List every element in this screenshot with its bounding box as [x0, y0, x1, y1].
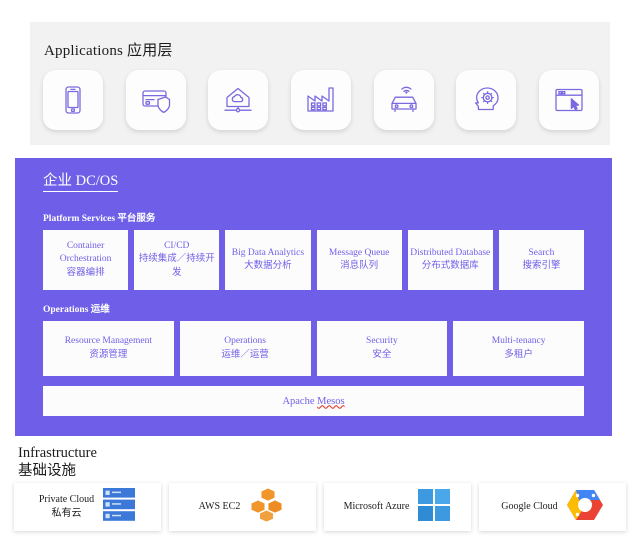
operations-card-resource-management[interactable]: Resource Management资源管理 [43, 321, 174, 376]
operations-row: Resource Management资源管理 Operations运维／运营 … [43, 321, 584, 376]
infra-card-aws-ec2[interactable]: AWS EC2 [169, 483, 316, 531]
google-cloud-logo-icon [566, 487, 604, 528]
service-card-search[interactable]: Search搜索引擎 [499, 230, 584, 290]
infra-card-label: AWS EC2 [199, 500, 241, 514]
infrastructure-title: Infrastructure 基础设施 [18, 444, 97, 480]
mobile-phone-icon [56, 83, 90, 117]
infra-card-google-cloud[interactable]: Google Cloud [479, 483, 626, 531]
service-card-text: Big Data Analytics大数据分析 [232, 247, 304, 273]
app-tile-ai[interactable] [456, 70, 516, 130]
applications-panel: Applications 应用层 [30, 22, 610, 145]
infra-card-private-cloud[interactable]: Private Cloud私有云 [14, 483, 161, 531]
app-tile-payment[interactable] [126, 70, 186, 130]
apache-mesos-bar[interactable]: Apache Mesos [43, 386, 584, 416]
aws-ec2-logo-icon [248, 487, 286, 528]
app-tile-web[interactable] [539, 70, 599, 130]
platform-services-label: Platform Services 平台服务 [43, 210, 155, 224]
operations-card-security[interactable]: Security安全 [317, 321, 448, 376]
service-card-text: Container Orchestration容器编排 [45, 240, 126, 279]
service-card-text: Distributed Database分布式数据库 [410, 247, 490, 273]
microsoft-azure-logo-icon [417, 488, 451, 527]
smart-home-cloud-icon [221, 83, 255, 117]
server-rack-logo-icon [102, 487, 136, 528]
operations-label: Operations 运维 [43, 301, 110, 315]
platform-services-row: Container Orchestration容器编排 CI/CD持续集成／持续… [43, 230, 584, 290]
app-tile-connected-car[interactable] [374, 70, 434, 130]
app-tile-factory[interactable] [291, 70, 351, 130]
dcos-panel: 企业 DC/OS Platform Services 平台服务 Containe… [15, 158, 612, 436]
ai-brain-icon [469, 83, 503, 117]
service-card-message-queue[interactable]: Message Queue消息队列 [317, 230, 402, 290]
applications-title: Applications 应用层 [44, 39, 173, 60]
web-browser-cursor-icon [552, 83, 586, 117]
operations-card-text: Security安全 [366, 335, 398, 361]
operations-card-text: Resource Management资源管理 [65, 335, 152, 361]
infra-card-label: Microsoft Azure [344, 500, 410, 514]
infrastructure-title-zh: 基础设施 [18, 463, 76, 479]
secure-payment-card-icon [139, 83, 173, 117]
service-card-text: Search搜索引擎 [522, 247, 560, 273]
infrastructure-row: Private Cloud私有云 AWS EC2 [14, 483, 626, 531]
operations-card-multi-tenancy[interactable]: Multi-tenancy多租户 [453, 321, 584, 376]
service-card-text: CI/CD持续集成／持续开发 [136, 240, 217, 279]
dcos-title: 企业 DC/OS [43, 173, 118, 192]
app-tile-smart-home[interactable] [208, 70, 268, 130]
service-card-distributed-database[interactable]: Distributed Database分布式数据库 [408, 230, 493, 290]
service-card-big-data-analytics[interactable]: Big Data Analytics大数据分析 [225, 230, 310, 290]
factory-icon [304, 83, 338, 117]
connected-car-icon [387, 83, 421, 117]
apache-mesos-text: Apache Mesos [282, 396, 344, 407]
operations-card-text: Operations运维／运营 [221, 335, 269, 361]
service-card-cicd[interactable]: CI/CD持续集成／持续开发 [134, 230, 219, 290]
operations-card-text: Multi-tenancy多租户 [492, 335, 546, 361]
infra-card-label: Private Cloud私有云 [39, 493, 94, 521]
operations-card-operations[interactable]: Operations运维／运营 [180, 321, 311, 376]
service-card-container-orchestration[interactable]: Container Orchestration容器编排 [43, 230, 128, 290]
mesos-misspelled-word: Mesos [317, 396, 344, 407]
app-tile-mobile[interactable] [43, 70, 103, 130]
infrastructure-title-en: Infrastructure [18, 445, 97, 461]
infra-card-label: Google Cloud [501, 500, 557, 514]
infra-card-microsoft-azure[interactable]: Microsoft Azure [324, 483, 471, 531]
applications-icon-row [43, 70, 599, 130]
service-card-text: Message Queue消息队列 [329, 247, 389, 273]
